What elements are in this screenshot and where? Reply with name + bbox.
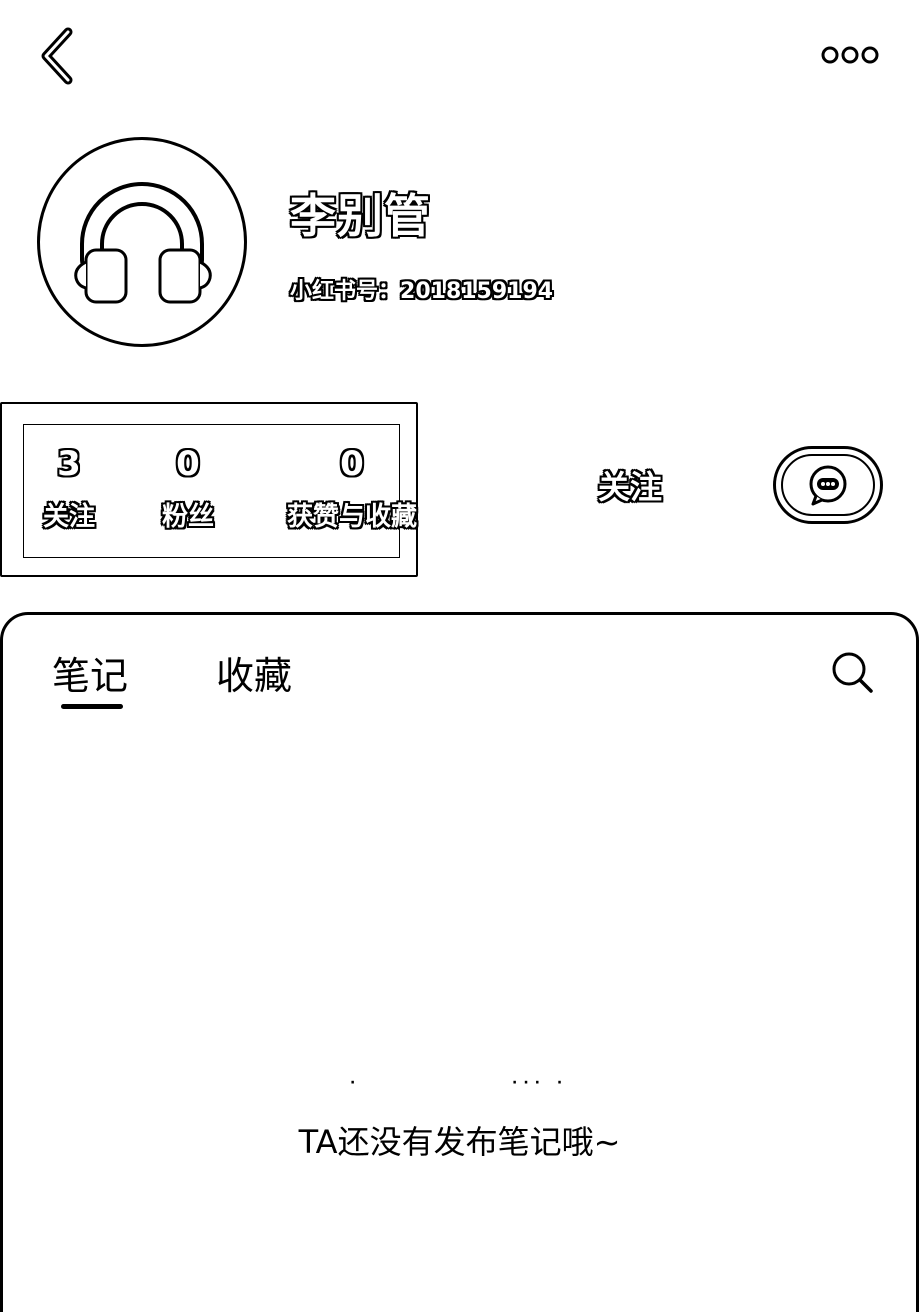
back-button[interactable] — [36, 26, 86, 86]
stat-following-value: 3 — [57, 444, 81, 484]
profile-id: 小红书号：2018159194 — [290, 273, 553, 305]
empty-decoration-dots: ··· · — [512, 1075, 569, 1091]
stat-followers-label: 粉丝 — [161, 502, 214, 532]
follow-button[interactable]: 关注 — [598, 462, 662, 508]
stats-panel: 3 关注 0 粉丝 0 获赞与收藏 — [0, 402, 418, 577]
stat-likes-label: 获赞与收藏 — [286, 502, 417, 532]
stat-following-label: 关注 — [42, 502, 95, 532]
empty-decoration-dot: · — [350, 1075, 362, 1091]
chevron-left-icon — [41, 27, 73, 85]
empty-state-message: TA还没有发布笔记哦~ — [298, 1123, 621, 1161]
active-tab-indicator — [61, 704, 123, 709]
tab-notes[interactable]: 笔记 — [52, 645, 128, 700]
avatar[interactable] — [37, 137, 247, 347]
stat-likes-value: 0 — [340, 444, 364, 484]
search-icon — [832, 652, 873, 693]
tab-collections[interactable]: 收藏 — [216, 645, 292, 700]
more-button[interactable] — [818, 40, 882, 70]
profile-id-label: 小红书号： — [290, 279, 401, 304]
more-dots-icon — [821, 46, 879, 64]
stat-followers-value: 0 — [176, 444, 200, 484]
profile-name: 李别管 — [290, 189, 431, 243]
headphones-icon — [74, 182, 212, 304]
chat-bubble-icon — [809, 465, 847, 506]
search-button[interactable] — [830, 650, 874, 694]
content-card — [0, 612, 919, 1312]
profile-id-value: 2018159194 — [400, 279, 554, 304]
chat-button[interactable] — [773, 446, 883, 524]
